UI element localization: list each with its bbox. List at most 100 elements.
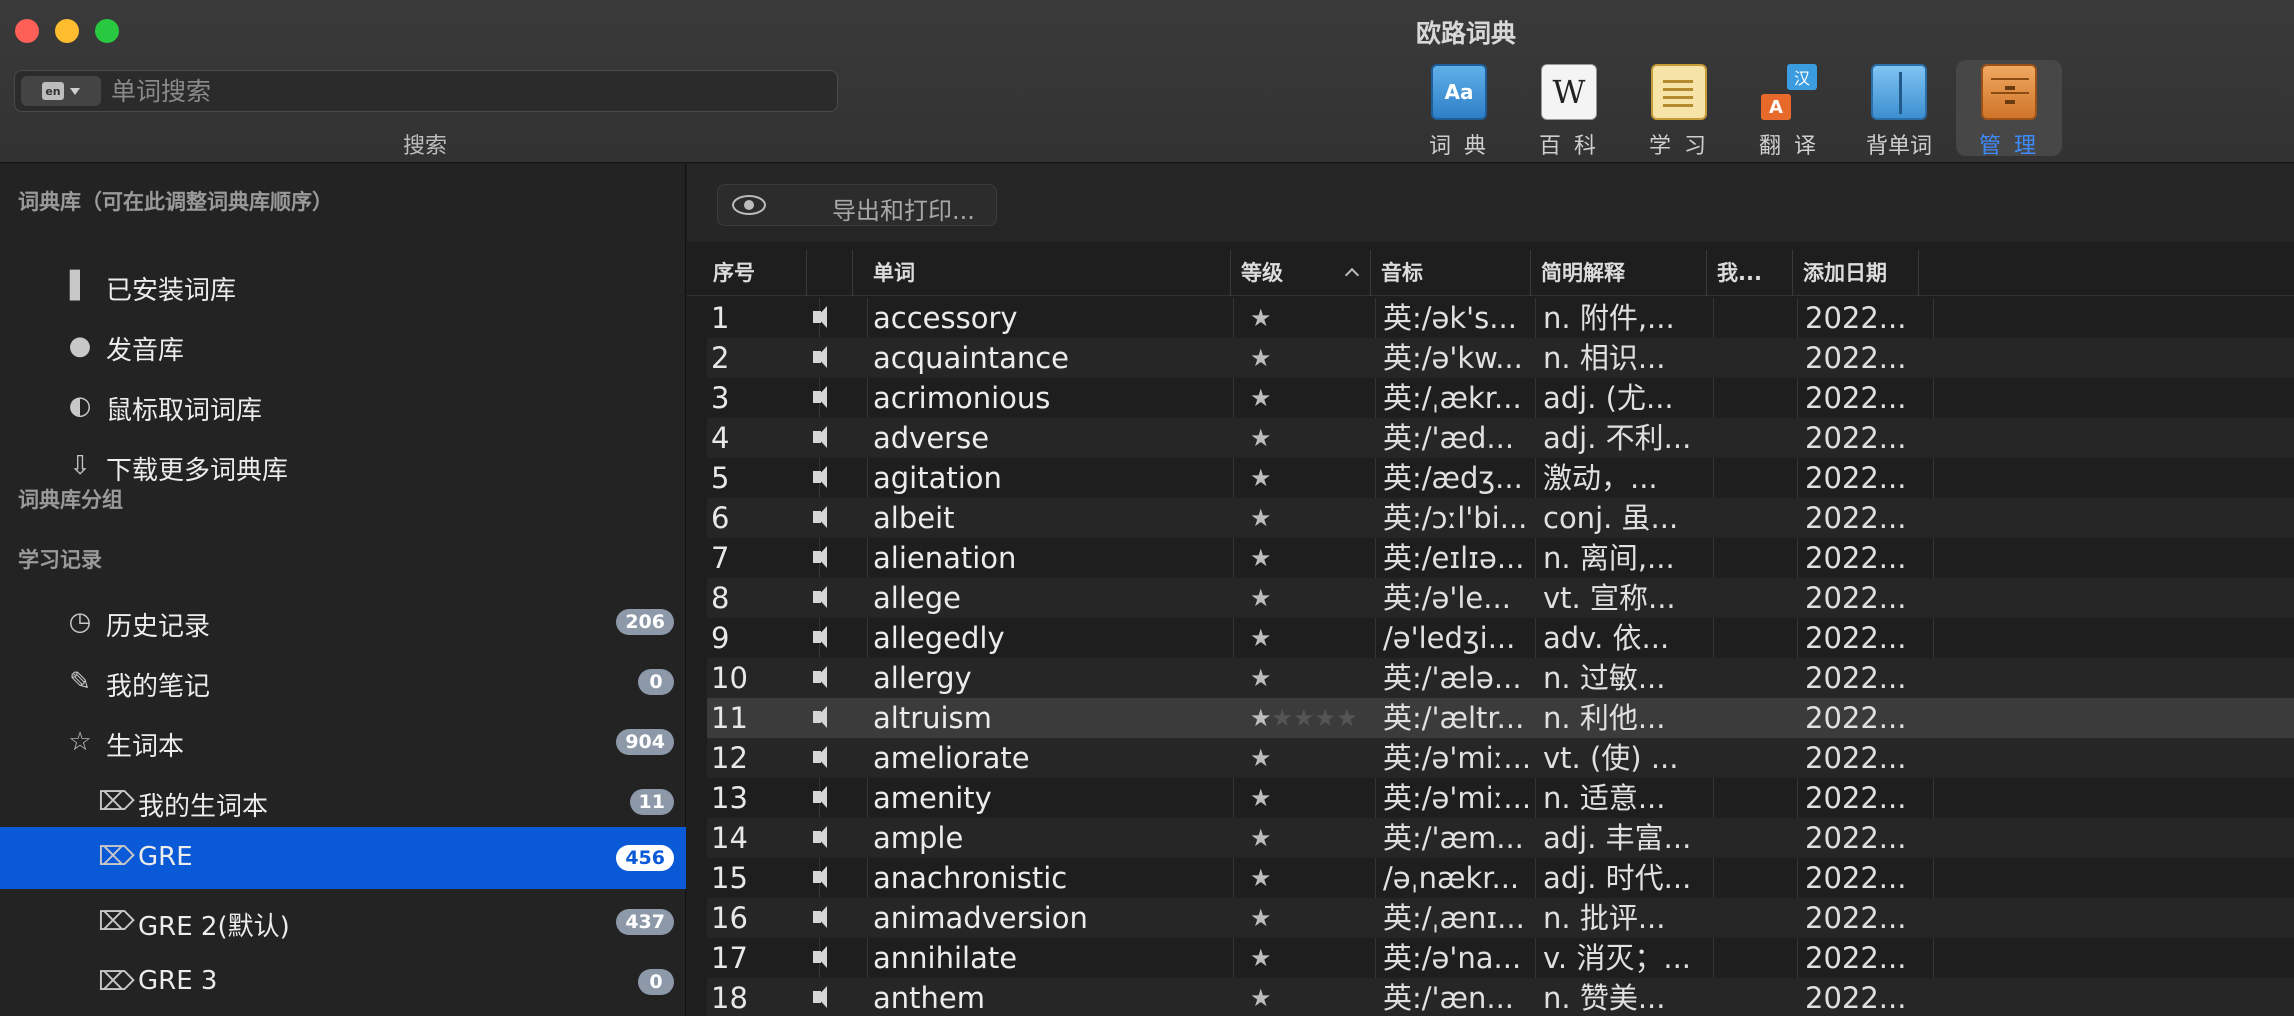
window-minimize-button[interactable]: [55, 19, 79, 43]
speaker-button[interactable]: [813, 538, 841, 578]
table-row[interactable]: 13 amenity ★ 英:/ə'miː... n. 适意... 2022...: [707, 778, 2294, 818]
level-stars[interactable]: ★: [1250, 824, 1272, 852]
level-stars[interactable]: ★: [1250, 304, 1272, 332]
column-header-date[interactable]: 添加日期: [1793, 250, 1919, 296]
row-level[interactable]: ★: [1250, 578, 1390, 618]
level-stars[interactable]: ★★★★★: [1250, 704, 1358, 732]
table-row[interactable]: 11 altruism ★★★★★ 英:/'æltr... n. 利他... 2022..…: [707, 698, 2294, 738]
speaker-button[interactable]: [813, 858, 841, 898]
row-level[interactable]: ★: [1250, 658, 1390, 698]
level-stars[interactable]: ★: [1250, 784, 1272, 812]
table-row[interactable]: 6 albeit ★ 英:/ɔːl'bi... conj. 虽... 2022...: [707, 498, 2294, 538]
speaker-button[interactable]: [813, 338, 841, 378]
sidebar-item-wordbook[interactable]: ☆ 生词本 904: [0, 714, 686, 770]
row-level[interactable]: ★: [1250, 418, 1390, 458]
row-level[interactable]: ★★★★★: [1250, 698, 1390, 738]
table-row[interactable]: 3 acrimonious ★ 英:/ˌækr... adj. (尤... 2022...: [707, 378, 2294, 418]
row-level[interactable]: ★: [1250, 738, 1390, 778]
sidebar-item-mouse-lookup[interactable]: ◐ 鼠标取词词库: [0, 378, 686, 434]
table-row[interactable]: 7 alienation ★ 英:/eɪlɪə... n. 离间,... 2022...: [707, 538, 2294, 578]
level-stars[interactable]: ★: [1250, 544, 1272, 572]
speaker-button[interactable]: [813, 778, 841, 818]
level-stars[interactable]: ★: [1250, 664, 1272, 692]
tool-manage[interactable]: 管 理: [1956, 60, 2062, 159]
level-stars[interactable]: ★: [1250, 384, 1272, 412]
column-header-speaker[interactable]: [807, 250, 853, 296]
tool-encyclopedia[interactable]: W 百 科: [1516, 60, 1622, 159]
speaker-button[interactable]: [813, 978, 841, 1016]
speaker-button[interactable]: [813, 698, 841, 738]
speaker-button[interactable]: [813, 578, 841, 618]
row-level[interactable]: ★: [1250, 538, 1390, 578]
language-picker[interactable]: en: [21, 76, 101, 106]
column-header-definition[interactable]: 简明解释: [1531, 250, 1707, 296]
speaker-button[interactable]: [813, 418, 841, 458]
row-level[interactable]: ★: [1250, 298, 1390, 338]
speaker-button[interactable]: [813, 818, 841, 858]
level-stars[interactable]: ★: [1250, 464, 1272, 492]
sidebar-item-gre[interactable]: ⌦ GRE 456: [0, 827, 686, 889]
table-row[interactable]: 17 annihilate ★ 英:/ə'na... v. 消灭；... 2022...: [707, 938, 2294, 978]
row-level[interactable]: ★: [1250, 378, 1390, 418]
sidebar-item-history[interactable]: ◷ 历史记录 206: [0, 594, 686, 650]
speaker-button[interactable]: [813, 458, 841, 498]
table-row[interactable]: 1 accessory ★ 英:/ək's... n. 附件,... 2022...: [707, 298, 2294, 338]
speaker-button[interactable]: [813, 618, 841, 658]
sidebar-item-my-wordbook[interactable]: ⌦ 我的生词本 11: [0, 774, 686, 830]
table-row[interactable]: 12 ameliorate ★ 英:/ə'miː... vt. (使) ... 2022.…: [707, 738, 2294, 778]
speaker-button[interactable]: [813, 378, 841, 418]
table-row[interactable]: 10 allergy ★ 英:/'ælə... n. 过敏... 2022...: [707, 658, 2294, 698]
speaker-button[interactable]: [813, 938, 841, 978]
table-row[interactable]: 9 allegedly ★ /ə'ledʒi... adv. 依... 2022...: [707, 618, 2294, 658]
window-close-button[interactable]: [15, 19, 39, 43]
sidebar-item-gre3[interactable]: ⌦ GRE 3 0: [0, 954, 686, 1010]
level-stars[interactable]: ★: [1250, 504, 1272, 532]
table-row[interactable]: 15 anachronistic ★ /əˌnækr... adj. 时代... 2022…: [707, 858, 2294, 898]
speaker-button[interactable]: [813, 898, 841, 938]
table-row[interactable]: 2 acquaintance ★ 英:/ə'kw... n. 相识... 2022...: [707, 338, 2294, 378]
level-stars[interactable]: ★: [1250, 904, 1272, 932]
tool-recite[interactable]: 背单词: [1846, 60, 1952, 159]
column-header-phonetic[interactable]: 音标: [1371, 250, 1531, 296]
sidebar-item-installed[interactable]: ▌ 已安装词库: [0, 258, 686, 314]
sidebar-item-gre2[interactable]: ⌦ GRE 2(默认) 437: [0, 894, 686, 950]
export-print-button[interactable]: 导出和打印...: [717, 184, 997, 226]
row-level[interactable]: ★: [1250, 618, 1390, 658]
table-row[interactable]: 14 ample ★ 英:/'æm... adj. 丰富... 2022...: [707, 818, 2294, 858]
tool-dictionary[interactable]: Aa 词 典: [1406, 60, 1512, 159]
row-level[interactable]: ★: [1250, 938, 1390, 978]
table-row[interactable]: 16 animadversion ★ 英:/ˌænɪ... n. 批评... 2022..…: [707, 898, 2294, 938]
table-row[interactable]: 4 adverse ★ 英:/'æd... adj. 不利... 2022...: [707, 418, 2294, 458]
row-level[interactable]: ★: [1250, 818, 1390, 858]
row-level[interactable]: ★: [1250, 338, 1390, 378]
level-stars[interactable]: ★: [1250, 424, 1272, 452]
level-stars[interactable]: ★: [1250, 864, 1272, 892]
speaker-button[interactable]: [813, 298, 841, 338]
sidebar-item-pronunciation[interactable]: ● 发音库: [0, 318, 686, 374]
table-row[interactable]: 18 anthem ★ 英:/'æn... n. 赞美... 2022...: [707, 978, 2294, 1016]
window-zoom-button[interactable]: [95, 19, 119, 43]
level-stars[interactable]: ★: [1250, 744, 1272, 772]
level-stars[interactable]: ★: [1250, 944, 1272, 972]
table-row[interactable]: 8 allege ★ 英:/ə'le... vt. 宣称... 2022...: [707, 578, 2294, 618]
level-stars[interactable]: ★: [1250, 984, 1272, 1012]
level-stars[interactable]: ★: [1250, 344, 1272, 372]
row-level[interactable]: ★: [1250, 898, 1390, 938]
column-header-number[interactable]: 序号: [707, 250, 807, 296]
column-header-word[interactable]: 单词: [863, 250, 1231, 296]
column-header-mine[interactable]: 我...: [1707, 250, 1793, 296]
row-level[interactable]: ★: [1250, 498, 1390, 538]
row-level[interactable]: ★: [1250, 778, 1390, 818]
tool-study[interactable]: 学 习: [1626, 60, 1732, 159]
tool-translate[interactable]: 汉A 翻 译: [1736, 60, 1842, 159]
table-row[interactable]: 5 agitation ★ 英:/ædʒ... 激动，... 2022...: [707, 458, 2294, 498]
row-level[interactable]: ★: [1250, 858, 1390, 898]
speaker-button[interactable]: [813, 738, 841, 778]
row-level[interactable]: ★: [1250, 978, 1390, 1016]
level-stars[interactable]: ★: [1250, 624, 1272, 652]
speaker-button[interactable]: [813, 498, 841, 538]
speaker-button[interactable]: [813, 658, 841, 698]
level-stars[interactable]: ★: [1250, 584, 1272, 612]
sidebar-item-notes[interactable]: ✎ 我的笔记 0: [0, 654, 686, 710]
search-input[interactable]: [111, 74, 827, 108]
